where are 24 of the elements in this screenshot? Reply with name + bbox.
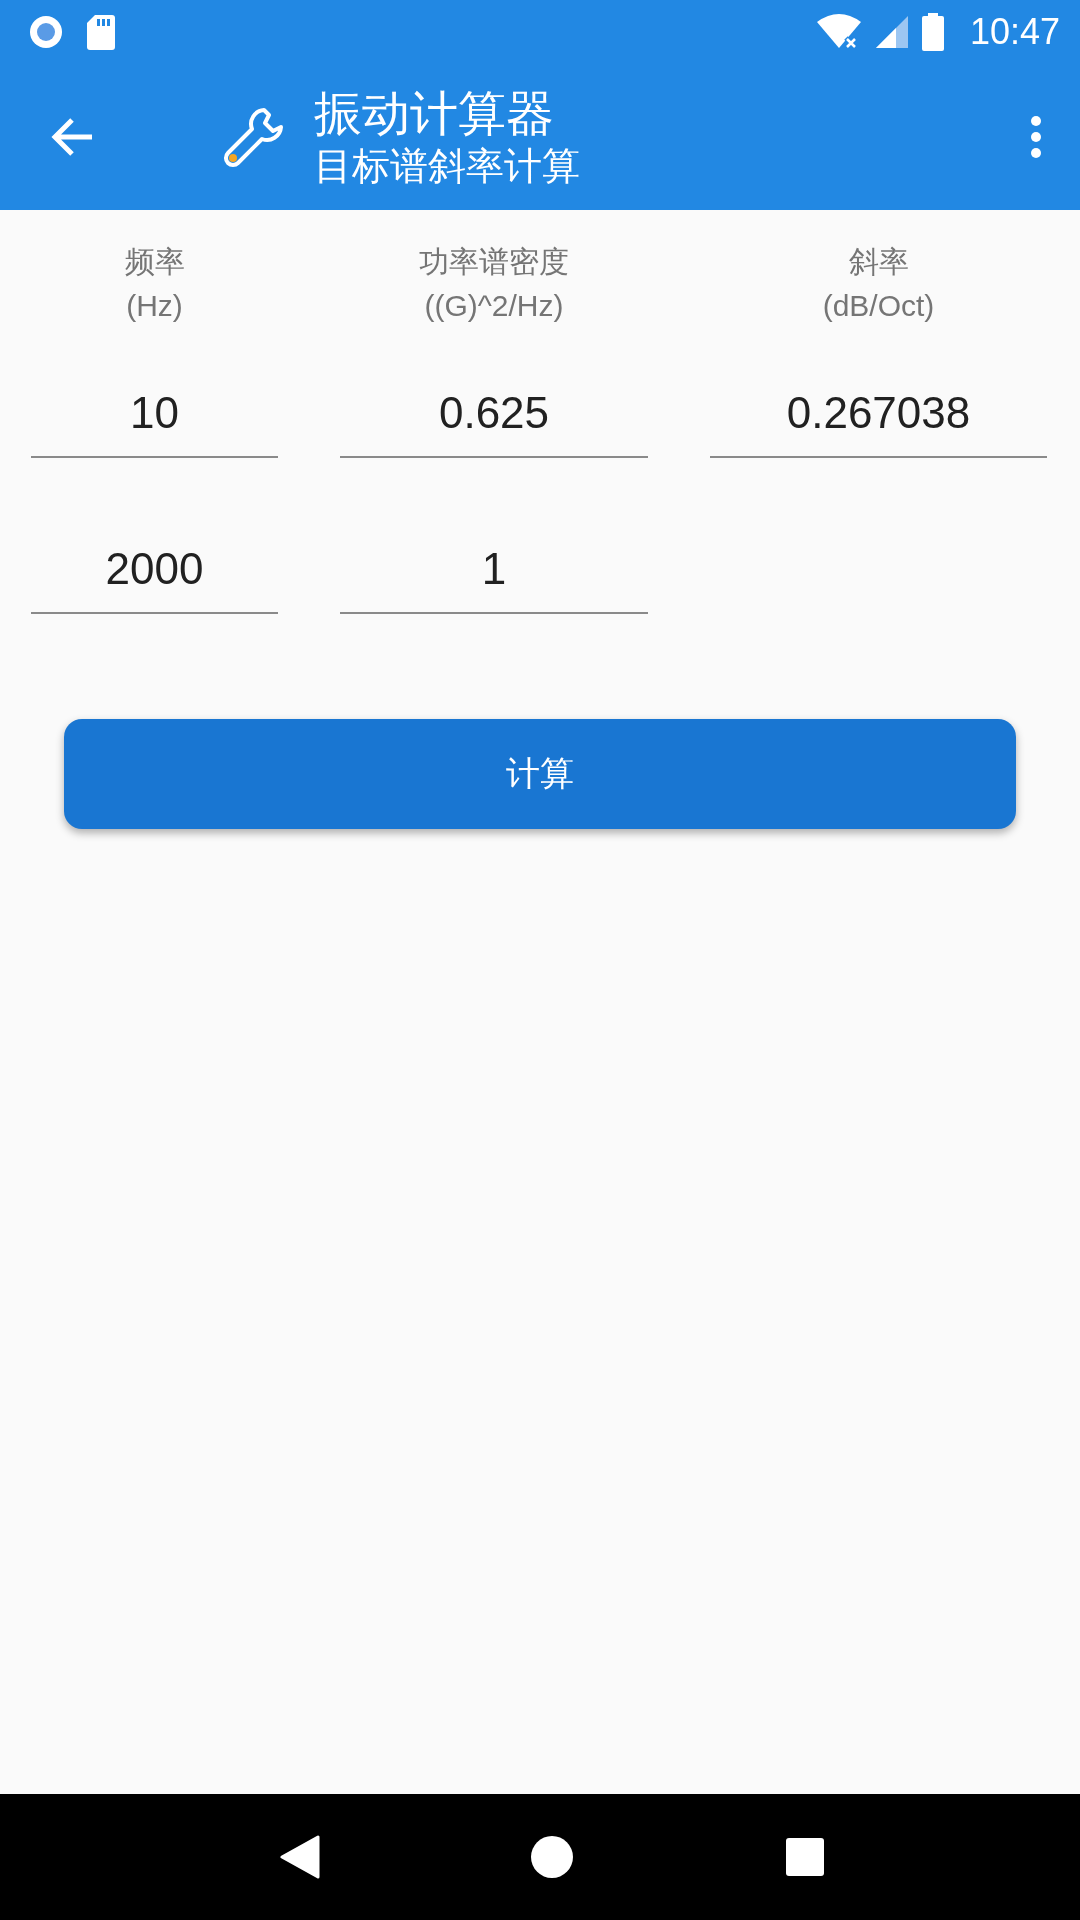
sd-card-icon	[86, 13, 116, 50]
recents-nav-icon[interactable]	[784, 1837, 825, 1877]
column-label: 斜率	[848, 244, 909, 280]
status-time: 10:47	[969, 10, 1060, 53]
column-unit: (Hz)	[126, 288, 183, 324]
wifi-icon	[815, 13, 862, 50]
more-options-icon[interactable]	[1030, 114, 1042, 159]
battery-icon	[921, 12, 944, 51]
input-field[interactable]: 2000	[31, 526, 278, 614]
back-nav-icon[interactable]	[280, 1835, 321, 1879]
column-unit: ((G)^2/Hz)	[424, 288, 564, 324]
notification-icon	[28, 13, 64, 50]
column-unit: (dB/Oct)	[822, 288, 935, 324]
input-field[interactable]: 1	[340, 526, 648, 614]
column-label: 功率谱密度	[419, 244, 569, 280]
column-label: 频率	[124, 244, 185, 280]
app-title: 振动计算器	[314, 83, 555, 142]
input-field[interactable]: 0.267038	[710, 370, 1047, 458]
input-field[interactable]: 10	[31, 370, 278, 458]
app-subtitle: 目标谱斜率计算	[314, 142, 581, 190]
back-icon[interactable]	[50, 116, 94, 157]
calculate-button[interactable]: 计算	[64, 719, 1016, 829]
home-nav-icon[interactable]	[530, 1835, 575, 1879]
input-field[interactable]: 0.625	[340, 370, 648, 458]
